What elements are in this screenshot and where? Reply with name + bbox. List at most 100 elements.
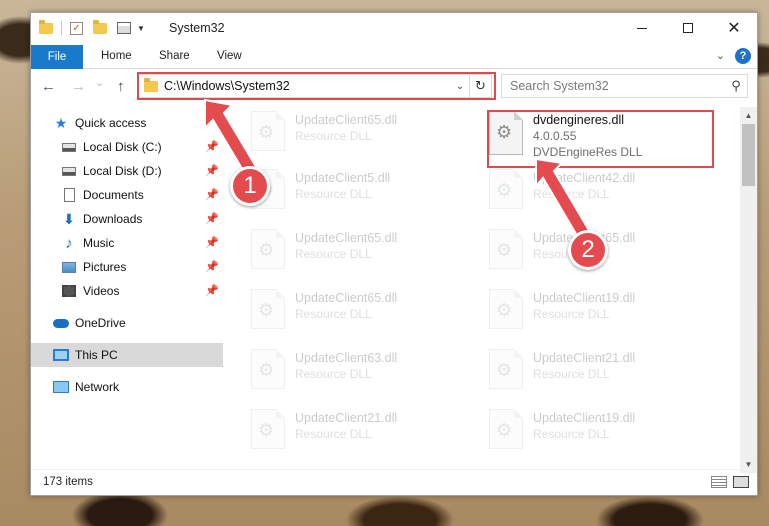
item-count: 173 items	[43, 476, 93, 488]
toolbar-dropdown-icon[interactable]: ▼	[137, 24, 145, 33]
tab-home[interactable]: Home	[101, 50, 132, 62]
file-item[interactable]: UpdateClient21.dllResource DLL	[489, 349, 714, 399]
pin-icon: 📌	[205, 285, 219, 297]
onedrive-icon	[53, 315, 69, 331]
navigation-bar: ← → ⌄ ↑ C:\Windows\System32 ⌄ ↻ Search S…	[31, 69, 757, 103]
folder-icon[interactable]	[39, 19, 53, 34]
toolbar-divider	[61, 21, 62, 35]
dll-file-icon	[489, 111, 523, 155]
file-item[interactable]: UpdateClient19.dllResource DLL	[489, 409, 714, 459]
file-version: 4.0.0.55	[533, 129, 577, 143]
file-description: DVDEngineRes DLL	[533, 145, 643, 159]
tab-share[interactable]: Share	[159, 50, 190, 62]
file-item[interactable]: UpdateClient63.dllResource DLL	[251, 349, 476, 399]
dll-file-icon	[251, 111, 285, 151]
sidebar-item-this-pc[interactable]: This PC	[31, 343, 223, 367]
refresh-button[interactable]: ↻	[469, 75, 491, 97]
search-icon[interactable]: ⚲	[725, 78, 747, 94]
file-item[interactable]: UpdateClient65.dllResource DLL	[251, 111, 476, 161]
drive-icon	[61, 163, 77, 179]
expand-ribbon-icon[interactable]: ⌄	[716, 49, 725, 62]
window-title: System32	[169, 21, 225, 35]
pin-icon: 📌	[205, 165, 219, 177]
close-button[interactable]: ✕	[711, 13, 757, 43]
search-input[interactable]: Search System32 ⚲	[501, 74, 748, 98]
download-icon: ⬇	[63, 210, 75, 227]
dll-file-icon	[251, 349, 285, 389]
dll-file-icon	[489, 349, 523, 389]
sidebar-item-network[interactable]: Network	[31, 375, 223, 399]
step-1-badge: 1	[230, 166, 270, 206]
dll-file-icon	[489, 229, 523, 269]
star-icon: ★	[54, 114, 68, 131]
file-item[interactable]: UpdateClient42.dllResource DLL	[489, 169, 714, 219]
sidebar-item-videos[interactable]: Videos 📌	[31, 279, 223, 303]
document-icon	[61, 187, 77, 203]
dll-file-icon	[489, 409, 523, 449]
minimize-button[interactable]	[619, 13, 665, 43]
maximize-button[interactable]	[665, 13, 711, 43]
scroll-thumb[interactable]	[742, 124, 755, 186]
minimize-icon	[637, 27, 647, 29]
sidebar-item-onedrive[interactable]: OneDrive	[31, 311, 223, 335]
pin-icon: 📌	[205, 189, 219, 201]
file-item[interactable]: UpdateClient5.dllResource DLL	[251, 169, 476, 219]
file-item[interactable]: UpdateClient65.dllResource DLL	[251, 229, 476, 279]
search-placeholder: Search System32	[510, 79, 609, 93]
file-list: UpdateClient65.dllResource DLL dvdengine…	[227, 107, 742, 471]
sidebar-item-local-disk-c[interactable]: Local Disk (C:) 📌	[31, 135, 223, 159]
pin-icon: 📌	[205, 261, 219, 273]
back-button[interactable]: ←	[41, 78, 56, 95]
ribbon-tabs: File Home Share View ⌄ ?	[31, 45, 757, 69]
title-bar: ✓ ▼ System32 ✕	[31, 13, 757, 45]
properties-check-icon[interactable]: ✓	[70, 21, 83, 35]
dll-file-icon	[489, 169, 523, 209]
drive-icon	[61, 139, 77, 155]
address-path[interactable]: C:\Windows\System32	[164, 79, 451, 93]
large-icons-view-icon[interactable]	[733, 476, 749, 488]
music-icon: ♪	[65, 234, 73, 252]
sidebar-item-quick-access[interactable]: ★ Quick access	[31, 111, 223, 135]
recent-locations-button[interactable]: ⌄	[95, 76, 104, 89]
help-icon[interactable]: ?	[735, 48, 751, 64]
quick-access-toolbar: ✓ ▼	[39, 19, 145, 35]
new-folder-icon[interactable]	[93, 19, 107, 34]
pin-icon: 📌	[205, 213, 219, 225]
tab-file[interactable]: File	[31, 45, 83, 69]
file-item-dvdengineres[interactable]: dvdengineres.dll 4.0.0.55 DVDEngineRes D…	[489, 111, 714, 167]
vertical-scrollbar[interactable]: ▲ ▼	[740, 107, 757, 473]
file-explorer-window: ✓ ▼ System32 ✕ File Home Share View ⌄ ? …	[30, 12, 758, 496]
scroll-up-icon[interactable]: ▲	[740, 107, 757, 124]
file-name: dvdengineres.dll	[533, 113, 625, 127]
this-pc-icon	[53, 347, 69, 363]
sidebar-item-music[interactable]: ♪ Music 📌	[31, 231, 223, 255]
dll-file-icon	[251, 409, 285, 449]
pictures-icon	[61, 259, 77, 275]
details-view-icon[interactable]	[711, 476, 727, 488]
sidebar-item-downloads[interactable]: ⬇ Downloads 📌	[31, 207, 223, 231]
maximize-icon	[683, 23, 693, 33]
sidebar-item-pictures[interactable]: Pictures 📌	[31, 255, 223, 279]
folder-icon	[144, 77, 158, 92]
pin-icon: 📌	[205, 237, 219, 249]
forward-button[interactable]: →	[71, 78, 86, 95]
file-item[interactable]: UpdateClient21.dllResource DLL	[251, 409, 476, 459]
videos-icon	[61, 283, 77, 299]
address-bar[interactable]: C:\Windows\System32 ⌄ ↻	[137, 74, 492, 98]
customize-toolbar-icon[interactable]	[117, 22, 131, 34]
network-icon	[53, 379, 69, 395]
up-button[interactable]: ↑	[117, 78, 125, 95]
dll-file-icon	[251, 229, 285, 269]
address-dropdown-icon[interactable]: ⌄	[451, 81, 469, 92]
sidebar-item-local-disk-d[interactable]: Local Disk (D:) 📌	[31, 159, 223, 183]
pin-icon: 📌	[205, 141, 219, 153]
file-item[interactable]: UpdateClient65.dllResource DLL	[251, 289, 476, 339]
step-2-badge: 2	[568, 230, 608, 270]
sidebar-item-documents[interactable]: Documents 📌	[31, 183, 223, 207]
navigation-pane: ★ Quick access Local Disk (C:) 📌 Local D…	[31, 107, 225, 467]
status-bar: 173 items	[31, 469, 757, 495]
dll-file-icon	[489, 289, 523, 329]
tab-view[interactable]: View	[217, 50, 242, 62]
dll-file-icon	[251, 289, 285, 329]
file-item[interactable]: UpdateClient19.dllResource DLL	[489, 289, 714, 339]
